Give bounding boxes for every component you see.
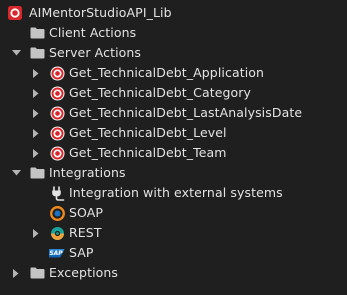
- chevron-right-icon[interactable]: [10, 263, 22, 283]
- action-icon: [49, 123, 65, 143]
- tree-item-sap[interactable]: SAP SAP: [0, 243, 347, 263]
- folder-icon: [29, 163, 45, 183]
- action-icon: [49, 63, 65, 83]
- folder-label: Integrations: [49, 165, 126, 180]
- integration-plug-icon: [49, 183, 65, 203]
- tree-item-server-action[interactable]: Get_TechnicalDebt_LastAnalysisDate: [0, 103, 347, 123]
- rest-label: REST: [69, 225, 102, 240]
- tree-folder-exceptions[interactable]: Exceptions: [0, 263, 347, 283]
- folder-icon: [29, 23, 45, 43]
- action-label: Get_TechnicalDebt_Application: [69, 65, 265, 80]
- action-label: Get_TechnicalDebt_Level: [69, 125, 227, 140]
- sap-icon: SAP: [49, 243, 65, 263]
- sap-logo: SAP: [49, 248, 65, 258]
- action-label: Get_TechnicalDebt_Team: [69, 145, 227, 160]
- tree-item-soap[interactable]: SOAP: [0, 203, 347, 223]
- folder-label: Client Actions: [49, 25, 137, 40]
- chevron-down-icon[interactable]: [10, 163, 22, 183]
- chevron-right-icon[interactable]: [30, 63, 42, 83]
- chevron-right-icon[interactable]: [30, 103, 42, 123]
- action-label: Get_TechnicalDebt_Category: [69, 85, 252, 100]
- chevron-right-icon[interactable]: [30, 123, 42, 143]
- tree-folder-integrations[interactable]: Integrations: [0, 163, 347, 183]
- rest-icon: [49, 223, 65, 243]
- tree-root-label: AIMentorStudioAPI_Lib: [29, 5, 172, 20]
- chevron-down-icon[interactable]: [10, 43, 22, 63]
- action-icon: [49, 103, 65, 123]
- chevron-right-icon[interactable]: [30, 143, 42, 163]
- soap-label: SOAP: [69, 205, 104, 220]
- tree-item-server-action[interactable]: Get_TechnicalDebt_Category: [0, 83, 347, 103]
- chevron-right-icon[interactable]: [30, 223, 42, 243]
- tree-item-server-action[interactable]: Get_TechnicalDebt_Application: [0, 63, 347, 83]
- folder-icon: [29, 43, 45, 63]
- outsystems-module-icon: [7, 3, 23, 23]
- soap-icon: [49, 203, 65, 223]
- tree-item-rest[interactable]: REST: [0, 223, 347, 243]
- folder-icon: [29, 263, 45, 283]
- tree-item-server-action[interactable]: Get_TechnicalDebt_Level: [0, 123, 347, 143]
- action-label: Get_TechnicalDebt_LastAnalysisDate: [69, 105, 303, 120]
- sap-label: SAP: [69, 245, 94, 260]
- chevron-right-icon[interactable]: [30, 83, 42, 103]
- module-tree: AIMentorStudioAPI_Lib Client Actions Ser…: [0, 0, 347, 295]
- tree-folder-server-actions[interactable]: Server Actions: [0, 43, 347, 63]
- integration-label: Integration with external systems: [69, 185, 283, 200]
- tree-root-module[interactable]: AIMentorStudioAPI_Lib: [0, 3, 347, 23]
- tree-item-integration-external[interactable]: Integration with external systems: [0, 183, 347, 203]
- action-icon: [49, 83, 65, 103]
- folder-label: Exceptions: [49, 265, 119, 280]
- action-icon: [49, 143, 65, 163]
- tree-folder-client-actions[interactable]: Client Actions: [0, 23, 347, 43]
- folder-label: Server Actions: [49, 45, 142, 60]
- tree-item-server-action[interactable]: Get_TechnicalDebt_Team: [0, 143, 347, 163]
